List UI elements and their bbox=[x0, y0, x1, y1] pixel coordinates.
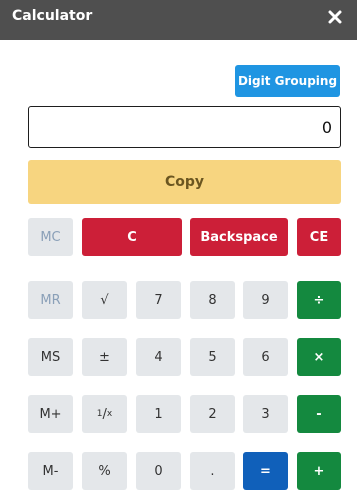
digit-6-button[interactable]: 6 bbox=[243, 338, 288, 376]
equals-button[interactable]: = bbox=[243, 452, 288, 490]
clear-button[interactable]: C bbox=[82, 218, 182, 256]
square-root-button[interactable]: √ bbox=[82, 281, 127, 319]
memory-add-button[interactable]: M+ bbox=[28, 395, 73, 433]
multiply-button[interactable]: × bbox=[297, 338, 341, 376]
copy-button[interactable]: Copy bbox=[28, 160, 341, 204]
reciprocal-button[interactable]: 1/x bbox=[82, 395, 127, 433]
percent-button[interactable]: % bbox=[82, 452, 127, 490]
decimal-point-button[interactable]: . bbox=[190, 452, 235, 490]
digit-grouping-button[interactable]: Digit Grouping bbox=[235, 65, 340, 97]
digit-0-button[interactable]: 0 bbox=[136, 452, 181, 490]
subtract-button[interactable]: - bbox=[297, 395, 341, 433]
digit-7-button[interactable]: 7 bbox=[136, 281, 181, 319]
digit-4-button[interactable]: 4 bbox=[136, 338, 181, 376]
divide-button[interactable]: ÷ bbox=[297, 281, 341, 319]
plus-minus-button[interactable]: ± bbox=[82, 338, 127, 376]
memory-recall-button[interactable]: MR bbox=[28, 281, 73, 319]
window-title: Calculator bbox=[12, 8, 93, 24]
memory-clear-button[interactable]: MC bbox=[28, 218, 73, 256]
calculator-window: Calculator Digit Grouping Copy MC C Back… bbox=[0, 0, 357, 501]
close-icon[interactable] bbox=[327, 9, 343, 25]
add-button[interactable]: + bbox=[297, 452, 341, 490]
title-bar: Calculator bbox=[0, 0, 357, 40]
display-field[interactable] bbox=[28, 106, 341, 148]
digit-8-button[interactable]: 8 bbox=[190, 281, 235, 319]
digit-3-button[interactable]: 3 bbox=[243, 395, 288, 433]
digit-2-button[interactable]: 2 bbox=[190, 395, 235, 433]
clear-entry-button[interactable]: CE bbox=[297, 218, 341, 256]
digit-1-button[interactable]: 1 bbox=[136, 395, 181, 433]
digit-5-button[interactable]: 5 bbox=[190, 338, 235, 376]
digit-9-button[interactable]: 9 bbox=[243, 281, 288, 319]
memory-subtract-button[interactable]: M- bbox=[28, 452, 73, 490]
memory-store-button[interactable]: MS bbox=[28, 338, 73, 376]
backspace-button[interactable]: Backspace bbox=[190, 218, 288, 256]
reciprocal-denominator: x bbox=[106, 409, 113, 419]
